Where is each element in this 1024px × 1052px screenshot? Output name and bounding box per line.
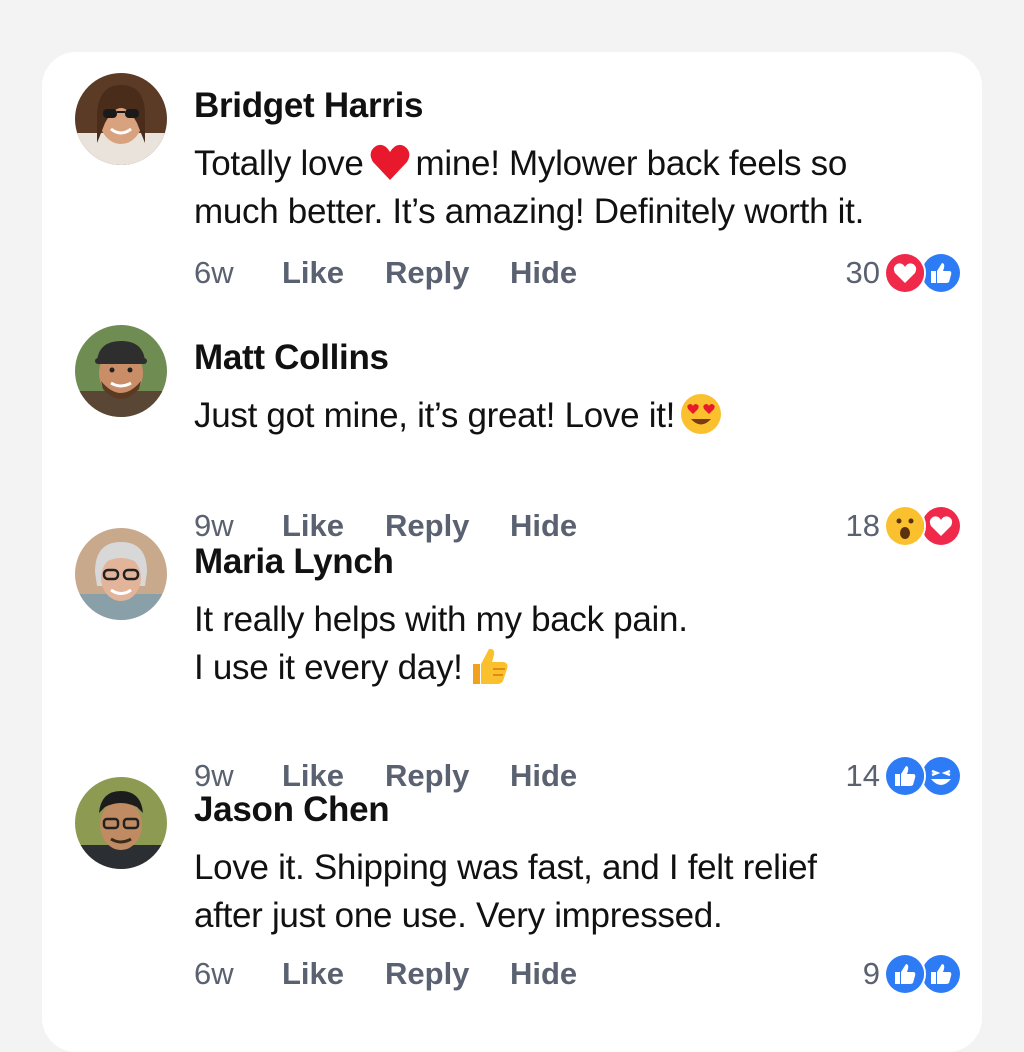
reaction-count[interactable]: 18 [846,508,880,544]
comment-text-part: Just got mine, it’s great! Love it! [194,396,676,435]
avatar[interactable] [75,73,167,165]
reaction-count[interactable]: 30 [846,255,880,291]
reaction-icons[interactable] [884,252,962,294]
like-reaction-icon [884,953,926,995]
reaction-icons[interactable] [884,755,962,797]
like-reaction-icon [920,252,962,294]
hide-button[interactable]: Hide [510,956,577,992]
avatar[interactable] [75,325,167,417]
avatar-image [75,528,167,620]
hide-button[interactable]: Hide [510,508,577,544]
avatar-image [75,777,167,869]
wow-reaction-icon [884,505,926,547]
commenter-name[interactable]: Maria Lynch [194,542,394,582]
comment-text-part: I use it every day! [194,648,463,687]
timestamp[interactable]: 6w [194,956,234,992]
love-reaction-icon [884,252,926,294]
like-button[interactable]: Like [282,956,344,992]
heart-eyes-emoji-icon [679,392,723,436]
red-heart-emoji-icon [368,140,412,184]
reply-button[interactable]: Reply [385,956,469,992]
comment-text: Just got mine, it’s great! Love it! [194,392,727,440]
thumbs-up-emoji-icon [467,644,511,688]
timestamp[interactable]: 6w [194,255,234,291]
reply-button[interactable]: Reply [385,508,469,544]
avatar-image [75,325,167,417]
commenter-name[interactable]: Jason Chen [194,790,390,830]
love-reaction-icon [920,505,962,547]
reply-button[interactable]: Reply [385,255,469,291]
comment-text-line: after just one use. Very impressed. [194,896,723,935]
reaction-count[interactable]: 14 [846,758,880,794]
commenter-name[interactable]: Bridget Harris [194,86,424,126]
avatar-image [75,73,167,165]
comment-text-line: much better. It’s amazing! Definitely wo… [194,192,864,231]
avatar[interactable] [75,777,167,869]
commenter-name[interactable]: Matt Collins [194,338,389,378]
reaction-icons[interactable] [884,953,962,995]
reply-button[interactable]: Reply [385,758,469,794]
comments-panel: Bridget Harris Totally love mine! Mylower… [42,52,982,1052]
comment-text-part: Totally love [194,144,364,183]
like-reaction-icon [920,953,962,995]
comment-text: I use it every day! [194,644,515,692]
comment-text-part: mine! Mylower back feels so [415,144,848,183]
hide-button[interactable]: Hide [510,758,577,794]
hide-button[interactable]: Hide [510,255,577,291]
like-button[interactable]: Like [282,508,344,544]
like-button[interactable]: Like [282,758,344,794]
reaction-count[interactable]: 9 [863,956,880,992]
avatar[interactable] [75,528,167,620]
like-reaction-icon [884,755,926,797]
haha-reaction-icon [920,755,962,797]
timestamp[interactable]: 9w [194,508,234,544]
like-button[interactable]: Like [282,255,344,291]
comment-text: Totally love mine! Mylower back feels so [194,140,847,188]
timestamp[interactable]: 9w [194,758,234,794]
comment-text-line: Love it. Shipping was fast, and I felt r… [194,848,817,887]
reaction-icons[interactable] [884,505,962,547]
comment-text-line: It really helps with my back pain. [194,600,688,639]
